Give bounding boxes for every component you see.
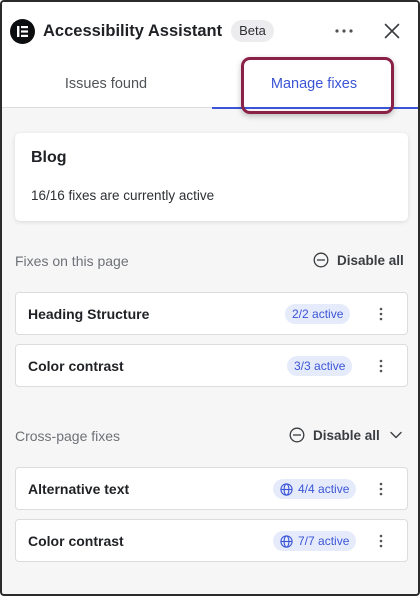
- tab-issues-found[interactable]: Issues found: [2, 60, 210, 107]
- fix-row-heading-structure[interactable]: Heading Structure 2/2 active: [15, 292, 408, 335]
- status-badge: 2/2 active: [285, 304, 351, 324]
- globe-icon: [280, 482, 293, 496]
- fix-row-color-contrast[interactable]: Color contrast 3/3 active: [15, 344, 408, 387]
- row-menu-button[interactable]: [371, 529, 391, 553]
- status-text: 7/7 active: [298, 534, 350, 548]
- section-title-on-page: Fixes on this page: [15, 253, 129, 269]
- page-name: Blog: [31, 149, 67, 166]
- active-tab-indicator: [212, 107, 418, 109]
- fixes-summary: 16/16 fixes are currently active: [31, 188, 215, 203]
- disable-all-cross-page-button[interactable]: Disable all: [289, 427, 410, 443]
- more-vertical-icon: [379, 307, 383, 321]
- page-summary-card: Blog 16/16 fixes are currently active: [15, 133, 408, 221]
- fix-row-alternative-text[interactable]: Alternative text 4/4 active: [15, 467, 408, 510]
- chevron-down-icon[interactable]: [390, 431, 402, 439]
- globe-icon: [280, 534, 293, 548]
- fix-label: Alternative text: [28, 481, 130, 497]
- more-vertical-icon: [379, 482, 383, 496]
- status-badge: 4/4 active: [273, 479, 357, 499]
- tab-bar: Issues found Manage fixes: [2, 60, 418, 109]
- fix-label: Color contrast: [28, 533, 124, 549]
- close-button[interactable]: [378, 17, 406, 45]
- tab-label: Manage fixes: [270, 75, 358, 92]
- accessibility-assistant-panel: Accessibility Assistant Beta Issues foun…: [0, 0, 420, 596]
- disable-all-label: Disable all: [337, 252, 404, 268]
- fix-label: Heading Structure: [28, 306, 150, 322]
- row-menu-button[interactable]: [371, 477, 391, 501]
- more-options-button[interactable]: [330, 17, 358, 45]
- section-title-cross-page: Cross-page fixes: [15, 428, 121, 444]
- beta-badge: Beta: [231, 20, 274, 42]
- more-vertical-icon: [379, 359, 383, 373]
- disable-all-label: Disable all: [313, 427, 380, 443]
- more-horizontal-icon: [335, 29, 353, 33]
- close-icon: [384, 23, 400, 39]
- row-menu-button[interactable]: [371, 302, 391, 326]
- fix-label: Color contrast: [28, 358, 124, 374]
- status-badge: 7/7 active: [273, 531, 357, 551]
- status-text: 4/4 active: [298, 482, 350, 496]
- row-menu-button[interactable]: [371, 354, 391, 378]
- minus-circle-icon: [289, 427, 305, 443]
- disable-all-page-button[interactable]: Disable all: [313, 252, 404, 268]
- app-title: Accessibility Assistant: [43, 21, 223, 40]
- tab-manage-fixes[interactable]: Manage fixes: [210, 60, 418, 109]
- status-badge: 3/3 active: [287, 356, 353, 376]
- fix-row-color-contrast-cross[interactable]: Color contrast 7/7 active: [15, 519, 408, 562]
- minus-circle-icon: [313, 252, 329, 268]
- tab-label: Issues found: [64, 75, 148, 92]
- elementor-logo-icon: [10, 18, 35, 44]
- more-vertical-icon: [379, 534, 383, 548]
